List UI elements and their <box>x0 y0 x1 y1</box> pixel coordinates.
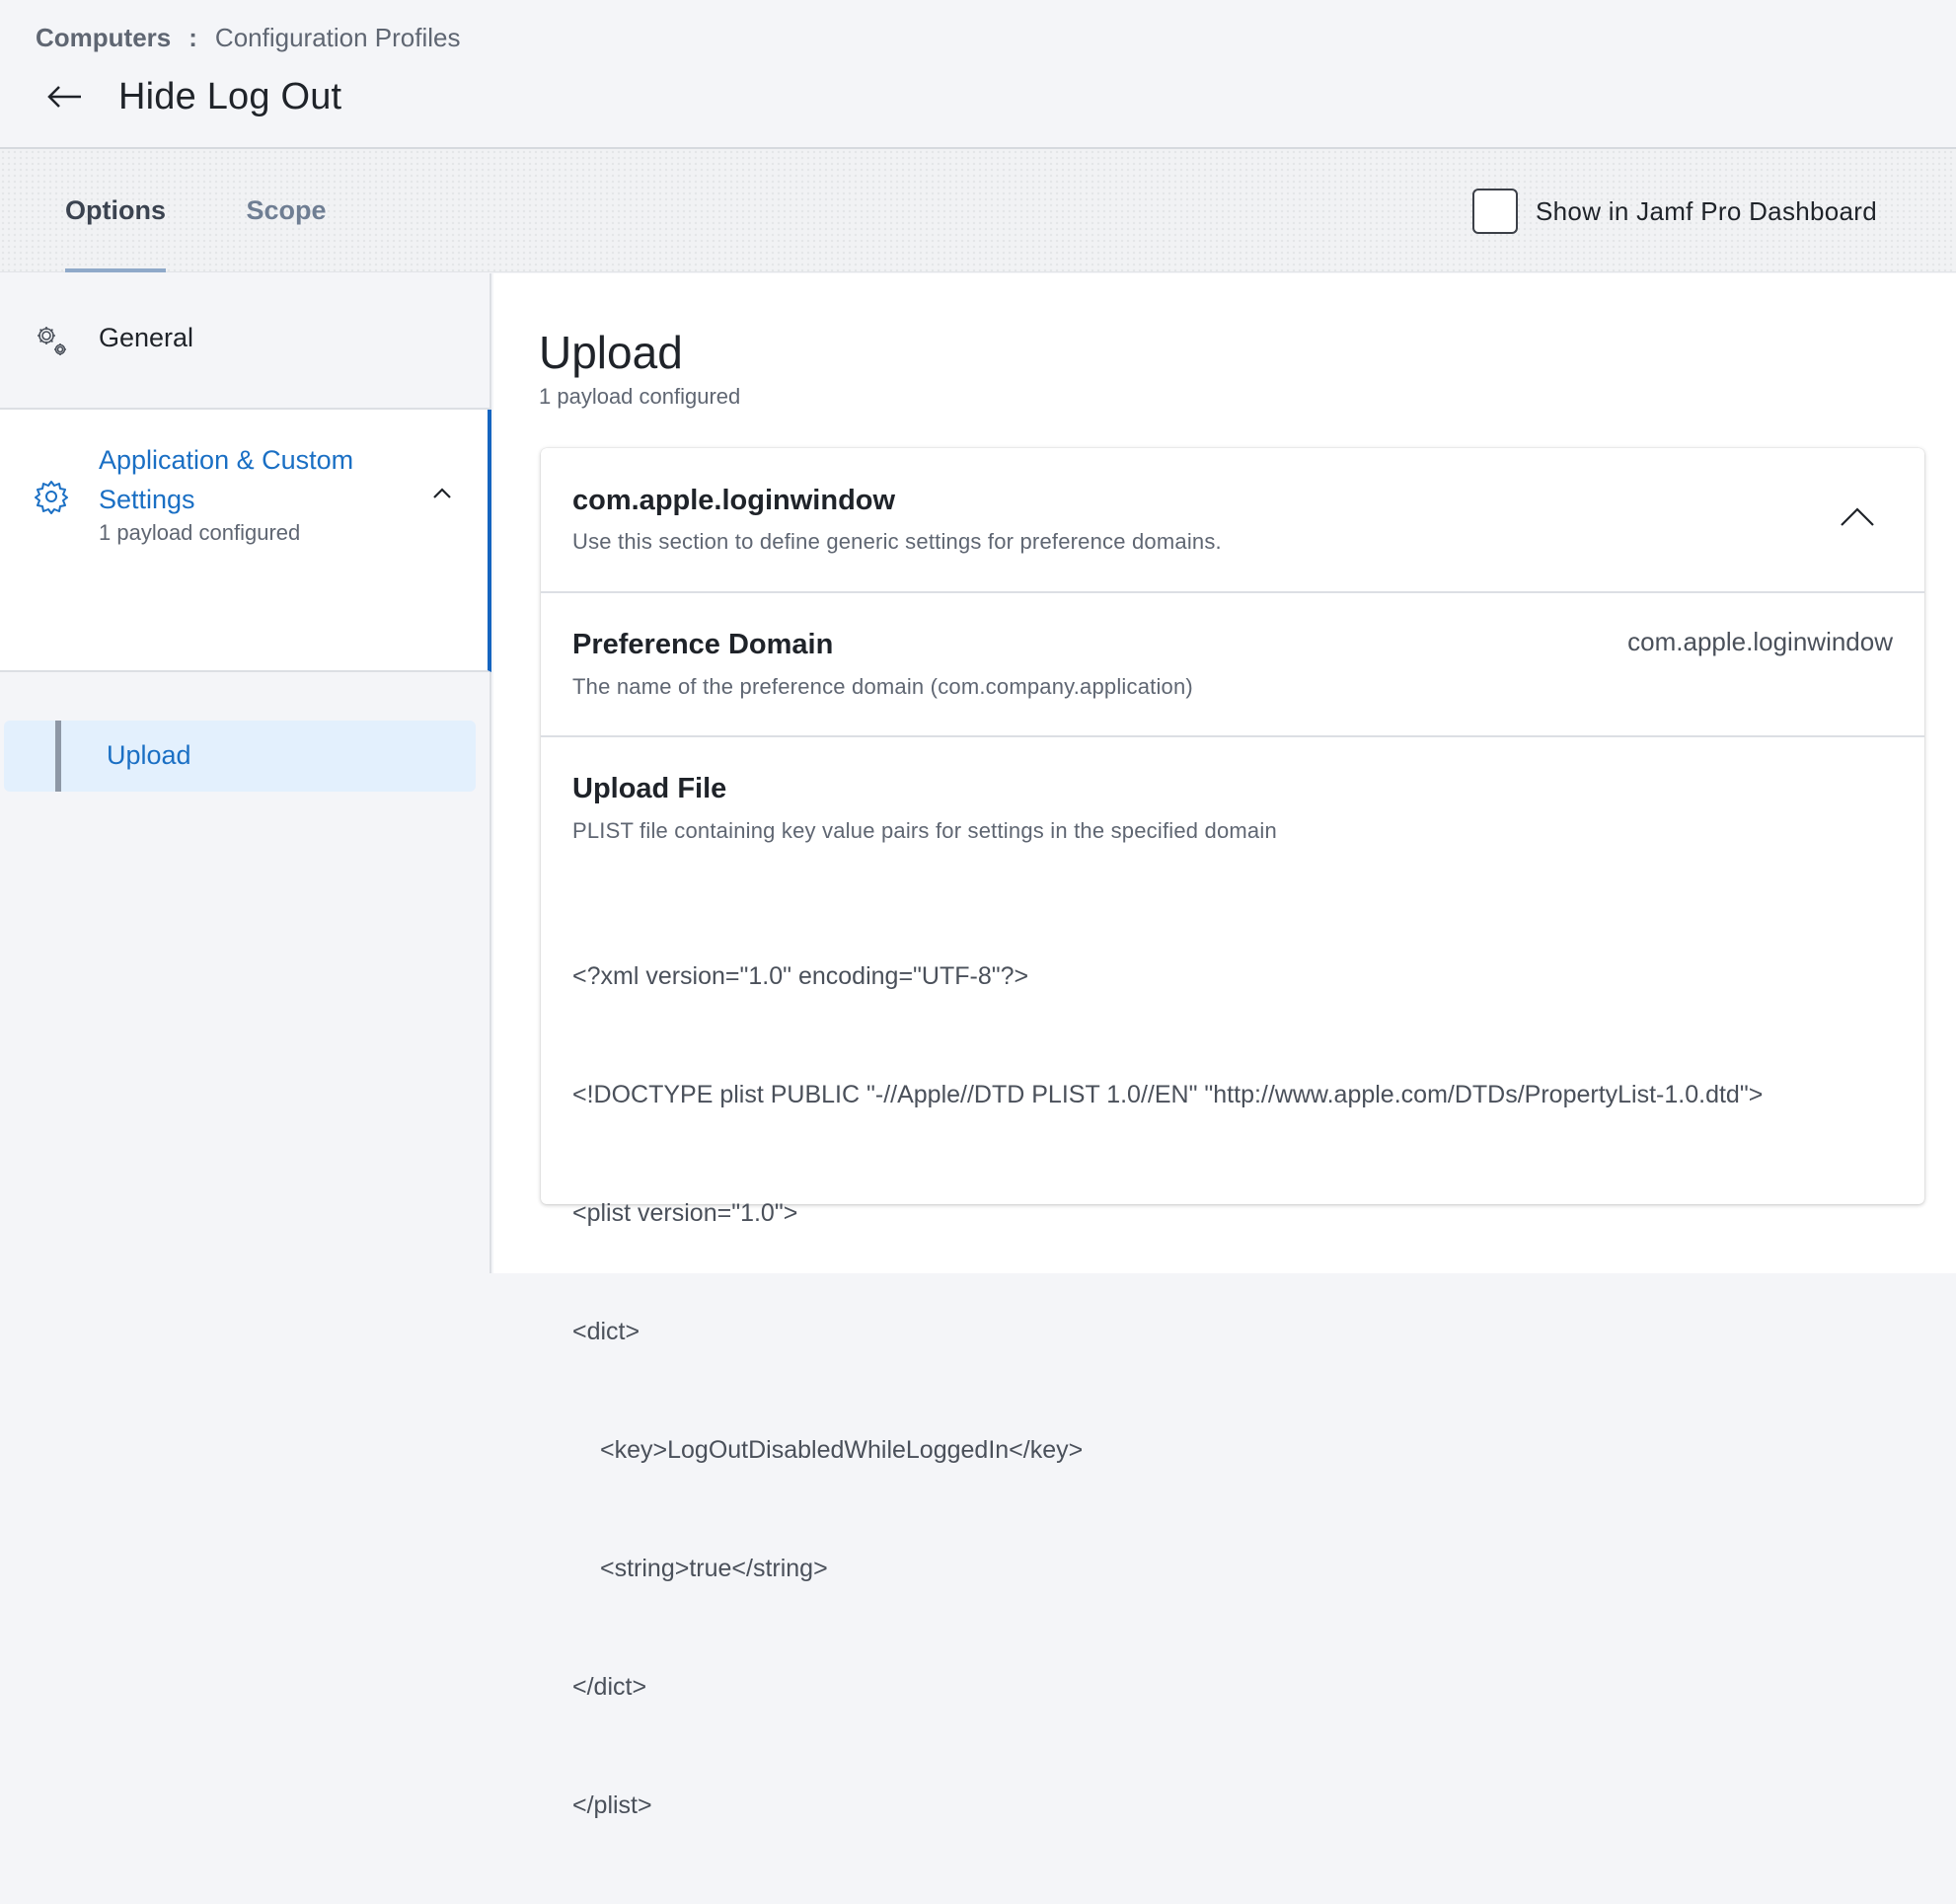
collapse-chevron-up-icon[interactable] <box>1840 505 1875 527</box>
preference-domain-description: The name of the preference domain (com.c… <box>572 674 1193 699</box>
section-title: Upload <box>539 327 683 378</box>
plist-line: <plist version="1.0"> <box>572 1199 798 1227</box>
plist-line: <string>true</string> <box>600 1555 828 1582</box>
payload-card: com.apple.loginwindow Use this section t… <box>541 448 1924 1819</box>
title-row: Hide Log Out <box>47 69 341 124</box>
preference-domain-value: com.apple.loginwindow <box>1627 627 1893 656</box>
section-payload-count: 1 payload configured <box>539 384 741 409</box>
show-in-dashboard-label: Show in Jamf Pro Dashboard <box>1536 195 1877 226</box>
sidebar-item-general-label: General <box>99 323 194 352</box>
tab-options[interactable]: Options <box>65 149 166 272</box>
application-custom-settings-label: Application & Custom Settings <box>99 445 354 514</box>
page-header: Computers : Configuration Profiles Hide … <box>0 0 1956 149</box>
breadcrumb: Computers : Configuration Profiles <box>36 20 461 55</box>
gear-icon <box>34 479 69 514</box>
plist-line: <!DOCTYPE plist PUBLIC "-//Apple//DTD PL… <box>572 1081 1764 1108</box>
upload-file-label: Upload File <box>572 773 727 804</box>
upload-file-description: PLIST file containing key value pairs fo… <box>572 818 1277 843</box>
application-custom-settings-payload-count: 1 payload configured <box>99 520 301 545</box>
tab-bar: Options Scope Show in Jamf Pro Dashboard <box>0 149 1956 272</box>
plist-line: <key>LogOutDisabledWhileLoggedIn</key> <box>600 1436 1084 1464</box>
plist-line: <?xml version="1.0" encoding="UTF-8"?> <box>572 962 1029 990</box>
breadcrumb-computers-link[interactable]: Computers <box>36 23 171 53</box>
payload-domain-description: Use this section to define generic setti… <box>572 529 1222 554</box>
main-content: Upload 1 payload configured com.apple.lo… <box>493 273 1956 1819</box>
breadcrumb-configuration-profiles-link[interactable]: Configuration Profiles <box>215 23 461 53</box>
page-title: Hide Log Out <box>118 75 342 117</box>
sidebar-item-upload-label: Upload <box>107 740 191 770</box>
payload-domain-title: com.apple.loginwindow <box>572 485 896 516</box>
show-in-dashboard-toggle[interactable]: Show in Jamf Pro Dashboard <box>1472 189 1877 234</box>
sidebar-item-upload[interactable]: Upload <box>4 721 476 792</box>
plist-line: </plist> <box>572 1791 652 1819</box>
gears-icon <box>34 323 69 358</box>
plist-line: <dict> <box>572 1318 640 1345</box>
preference-domain-label: Preference Domain <box>572 629 834 660</box>
selection-indicator <box>55 721 61 792</box>
sidebar-item-general[interactable]: General <box>0 273 489 410</box>
application-custom-settings-header[interactable]: Application & Custom Settings 1 payload … <box>0 410 488 558</box>
tab-scope[interactable]: Scope <box>229 149 343 272</box>
sidebar-item-application-custom-settings: Application & Custom Settings 1 payload … <box>0 410 491 672</box>
payload-card-header: com.apple.loginwindow Use this section t… <box>541 448 1924 593</box>
plist-content: <?xml version="1.0" encoding="UTF-8"?> <… <box>572 877 1905 1904</box>
back-arrow-icon[interactable] <box>47 82 87 112</box>
breadcrumb-separator: : <box>188 22 197 52</box>
upload-file-row: Upload File PLIST file containing key va… <box>541 737 1924 1819</box>
show-in-dashboard-checkbox[interactable] <box>1472 189 1519 234</box>
preference-domain-row: Preference Domain The name of the prefer… <box>541 593 1924 737</box>
chevron-up-icon[interactable] <box>430 485 454 500</box>
plist-line: </dict> <box>572 1673 647 1701</box>
payload-sidebar: General Application & Custom Settings 1 … <box>0 273 491 1273</box>
